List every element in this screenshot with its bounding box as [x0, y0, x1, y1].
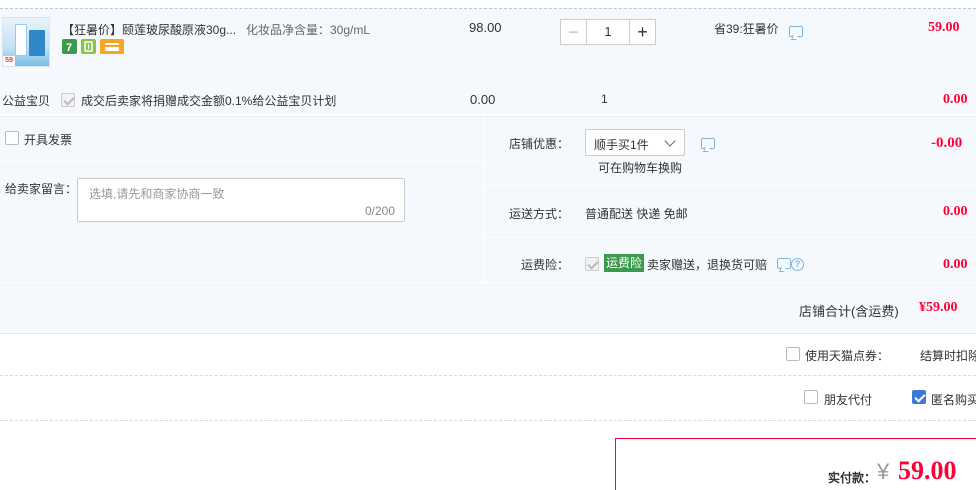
insurance-chat-icon[interactable]: [777, 258, 791, 272]
message-placeholder: 选填,请先和商家协商一致: [89, 187, 225, 201]
order-item: 59 【狂暑价】颐莲玻尿酸原液30g... 化妆品净含量：30g/mL 7 98…: [0, 8, 976, 114]
increase-quantity-button[interactable]: +: [629, 20, 655, 44]
seven-day-return-icon: 7: [62, 39, 77, 54]
insurance-amount: 0.00: [943, 257, 968, 272]
order-page: { "item": { "title": "【狂暑价】颐莲玻尿酸原液30g...…: [0, 0, 976, 490]
friend-pay-label[interactable]: 朋友代付: [824, 391, 872, 408]
shop-discount-note: 可在购物车换购: [598, 161, 683, 175]
invoice-label[interactable]: 开具发票: [24, 131, 72, 148]
charity-quantity: 1: [601, 92, 608, 106]
options-separator: [0, 282, 976, 283]
tmall-points-note: 结算时扣除: [920, 349, 976, 363]
shop-discount-amount: -0.00: [931, 135, 963, 151]
shipping-label: 运送方式：: [509, 207, 570, 221]
quantity-input[interactable]: 1: [588, 20, 628, 44]
charity-price: 0.00: [470, 92, 496, 107]
message-input[interactable]: 选填,请先和商家协商一致 0/200: [77, 178, 405, 222]
insurance-label: 运费险：: [521, 258, 570, 272]
chevron-down-icon: [664, 135, 676, 147]
payment-summary: 实付款： ¥ 59.00: [615, 438, 976, 490]
discount-chat-icon[interactable]: [701, 138, 715, 152]
product-title[interactable]: 【狂暑价】颐莲玻尿酸原液30g...: [62, 21, 246, 38]
message-counter: 0/200: [364, 204, 395, 218]
invoice-checkbox[interactable]: [5, 131, 19, 145]
tmall-points-checkbox[interactable]: [786, 347, 800, 361]
payment-amount: 59.00: [898, 456, 957, 485]
shop-discount-select[interactable]: 顺手买1件: [585, 129, 685, 156]
friend-pay-checkbox[interactable]: [804, 390, 818, 404]
help-icon[interactable]: ?: [791, 256, 804, 271]
credit-card-icon: [100, 39, 124, 54]
shipping-amount: 0.00: [943, 204, 968, 219]
svg-text:7: 7: [66, 42, 72, 54]
guarantee-icon: [81, 39, 96, 54]
charity-subtotal: 0.00: [943, 92, 968, 107]
options-separator: [0, 161, 484, 162]
promo-text: 省39:狂暑价: [714, 22, 779, 36]
unit-price: 98.00: [469, 20, 502, 35]
anonymous-checkbox[interactable]: [912, 390, 926, 404]
options-divider: [484, 116, 485, 282]
divider: [0, 333, 976, 334]
divider: [0, 420, 976, 421]
insurance-badge: 运费险: [604, 254, 645, 272]
shop-total-label: 店铺合计(含运费): [799, 304, 899, 319]
payment-label: 实付款：: [828, 471, 877, 485]
divider: [0, 375, 976, 376]
anonymous-label[interactable]: 匿名购买: [931, 391, 976, 408]
thumb-price-tag: 59: [3, 56, 15, 66]
shop-total-amount: ¥59.00: [919, 300, 958, 315]
message-label: 给卖家留言：: [5, 182, 78, 196]
order-options: [0, 116, 976, 332]
charity-text: 成交后卖家将捐赠成交金额0.1%给公益宝贝计划: [81, 94, 337, 108]
shop-discount-label: 店铺优惠：: [509, 137, 570, 151]
shipping-value: 普通配送 快递 免邮: [585, 207, 688, 221]
item-subtotal: 59.00: [928, 20, 960, 35]
insurance-text: 卖家赠送，退换货可赔: [647, 258, 768, 272]
decrease-quantity-button[interactable]: −: [561, 20, 587, 44]
currency-symbol: ¥: [877, 459, 890, 484]
insurance-checkbox[interactable]: [585, 257, 599, 271]
promo-chat-icon[interactable]: [789, 26, 803, 40]
options-separator: [485, 237, 976, 238]
product-spec: 化妆品净含量：30g/mL: [246, 23, 371, 37]
quantity-stepper: − 1 +: [560, 19, 656, 45]
shop-discount-selected: 顺手买1件: [594, 138, 649, 152]
charity-label: 公益宝贝: [2, 94, 51, 108]
tmall-points-label[interactable]: 使用天猫点券：: [805, 347, 889, 364]
product-thumbnail[interactable]: 59: [2, 17, 50, 67]
charity-checkbox[interactable]: [61, 93, 75, 107]
options-separator: [485, 185, 976, 186]
